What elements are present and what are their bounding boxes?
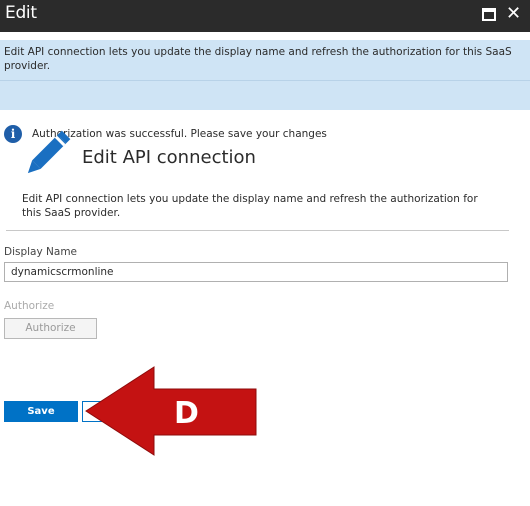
banner-description: Edit API connection lets you update the … (4, 46, 512, 72)
banner-divider (0, 80, 530, 81)
pencil-icon (27, 130, 71, 174)
page-title: Edit API connection (82, 147, 256, 168)
close-icon[interactable]: ✕ (506, 5, 521, 23)
section-divider (6, 230, 509, 231)
maximize-icon[interactable] (482, 8, 496, 21)
display-name-label: Display Name (4, 246, 78, 258)
authorize-label: Authorize (4, 300, 55, 312)
display-name-input[interactable]: dynamicscrmonline (4, 262, 508, 282)
info-banner: Edit API connection lets you update the … (0, 40, 530, 143)
annotation-arrow-d: D (85, 366, 257, 456)
status-message: Authorization was successful. Please sav… (32, 128, 327, 140)
title-bar: Edit ✕ (0, 0, 530, 32)
window-title: Edit (5, 3, 37, 23)
page-description: Edit API connection lets you update the … (22, 193, 478, 219)
annotation-letter: D (174, 396, 199, 431)
authorize-button[interactable]: Authorize (4, 318, 97, 339)
save-button[interactable]: Save (4, 401, 78, 422)
arrow-shape (85, 366, 257, 456)
